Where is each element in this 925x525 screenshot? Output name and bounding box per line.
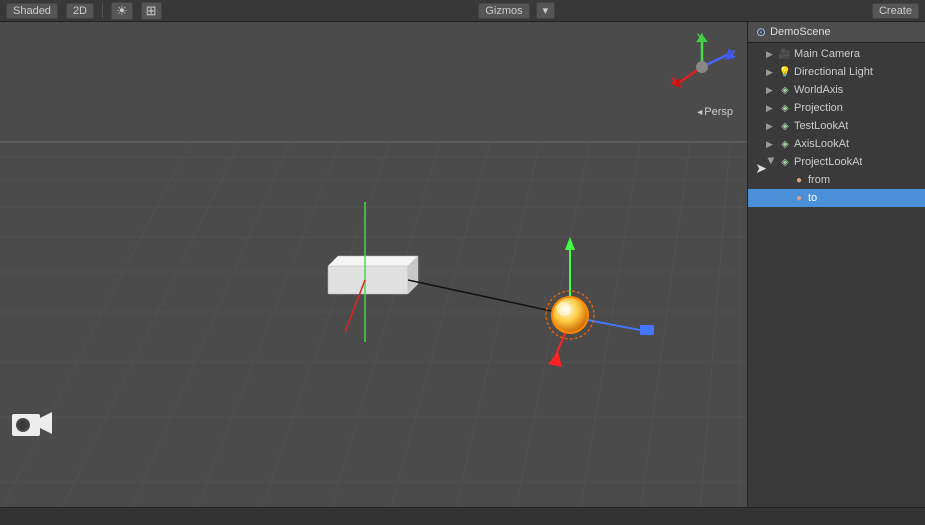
item-label-project-look-at: ProjectLookAt — [794, 156, 862, 168]
svg-text:Y: Y — [697, 32, 703, 42]
sphere-item-icon-to: ● — [792, 191, 806, 205]
item-label-axis-look-at: AxisLookAt — [794, 138, 849, 150]
expand-arrow: ▶ — [766, 139, 776, 150]
toolbar-center: Gizmos ▾ — [478, 2, 555, 19]
hierarchy-title: DemoScene — [770, 26, 831, 38]
hierarchy-item-world-axis[interactable]: ▶ ◈ WorldAxis — [748, 81, 925, 99]
persp-label[interactable]: Persp — [697, 106, 733, 118]
hierarchy-list: ▶ 🎥 Main Camera ▶ 💡 Directional Light ▶ … — [748, 43, 925, 507]
sphere-item-icon-from: ● — [792, 173, 806, 187]
item-label-directional-light: Directional Light — [794, 66, 873, 78]
gizmo-btn-1[interactable]: ☀ — [111, 2, 133, 20]
light-item-icon: 💡 — [778, 65, 792, 79]
object-item-icon-test: ◈ — [778, 119, 792, 133]
expand-arrow: ▶ — [766, 85, 776, 96]
viewport[interactable]: Y Z X Persp — [0, 22, 747, 507]
gizmos-button[interactable]: Gizmos — [478, 3, 529, 19]
expand-arrow-expanded: ▶ — [766, 157, 777, 167]
shaded-button[interactable]: Shaded — [6, 3, 58, 19]
expand-arrow: ▶ — [766, 103, 776, 114]
svg-text:Z: Z — [730, 49, 736, 59]
hierarchy-panel: ⊙ DemoScene ▶ 🎥 Main Camera ▶ 💡 Directio… — [747, 22, 925, 507]
top-toolbar: Shaded 2D ☀ ⊞ Gizmos ▾ Create — [0, 0, 925, 22]
expand-arrow: ▶ — [766, 49, 776, 60]
item-label-projection: Projection — [794, 102, 843, 114]
sphere-object — [552, 297, 588, 333]
scene-icon: ⊙ — [756, 25, 766, 39]
hierarchy-item-directional-light[interactable]: ▶ 💡 Directional Light — [748, 63, 925, 81]
2d-button[interactable]: 2D — [66, 3, 94, 19]
svg-text:X: X — [671, 76, 677, 86]
item-label-world-axis: WorldAxis — [794, 84, 843, 96]
item-label-test-look-at: TestLookAt — [794, 120, 848, 132]
expand-arrow: ▶ — [766, 67, 776, 78]
object-item-icon-project: ◈ — [778, 155, 792, 169]
status-bar — [0, 507, 925, 525]
camera-item-icon: 🎥 — [778, 47, 792, 61]
hierarchy-item-test-look-at[interactable]: ▶ ◈ TestLookAt — [748, 117, 925, 135]
expand-arrow: ▶ — [766, 121, 776, 132]
camera-icon — [10, 406, 52, 447]
item-label-main-camera: Main Camera — [794, 48, 860, 60]
hierarchy-header: ⊙ DemoScene — [748, 22, 925, 43]
create-button[interactable]: Create — [872, 3, 919, 19]
persp-text: Persp — [704, 106, 733, 118]
orientation-gizmo[interactable]: Y Z X — [667, 32, 737, 102]
hierarchy-item-to[interactable]: ● to — [748, 189, 925, 207]
item-label-to: to — [808, 192, 817, 204]
scene-svg — [0, 22, 747, 507]
gizmo-btn-2[interactable]: ⊞ — [141, 2, 162, 20]
separator-1 — [102, 4, 103, 18]
box-object — [328, 256, 418, 294]
gizmos-dropdown[interactable]: ▾ — [536, 2, 556, 19]
hierarchy-item-project-look-at[interactable]: ▶ ◈ ProjectLookAt — [748, 153, 925, 171]
hierarchy-item-main-camera[interactable]: ▶ 🎥 Main Camera — [748, 45, 925, 63]
object-item-icon-axis: ◈ — [778, 137, 792, 151]
hierarchy-item-from[interactable]: ● from — [748, 171, 925, 189]
main-area: Y Z X Persp ⊙ DemoScene ▶ 🎥 Main Camera … — [0, 22, 925, 507]
hierarchy-item-axis-look-at[interactable]: ▶ ◈ AxisLookAt — [748, 135, 925, 153]
hierarchy-item-projection[interactable]: ▶ ◈ Projection — [748, 99, 925, 117]
object-item-icon-projection: ◈ — [778, 101, 792, 115]
object-item-icon: ◈ — [778, 83, 792, 97]
item-label-from: from — [808, 174, 830, 186]
